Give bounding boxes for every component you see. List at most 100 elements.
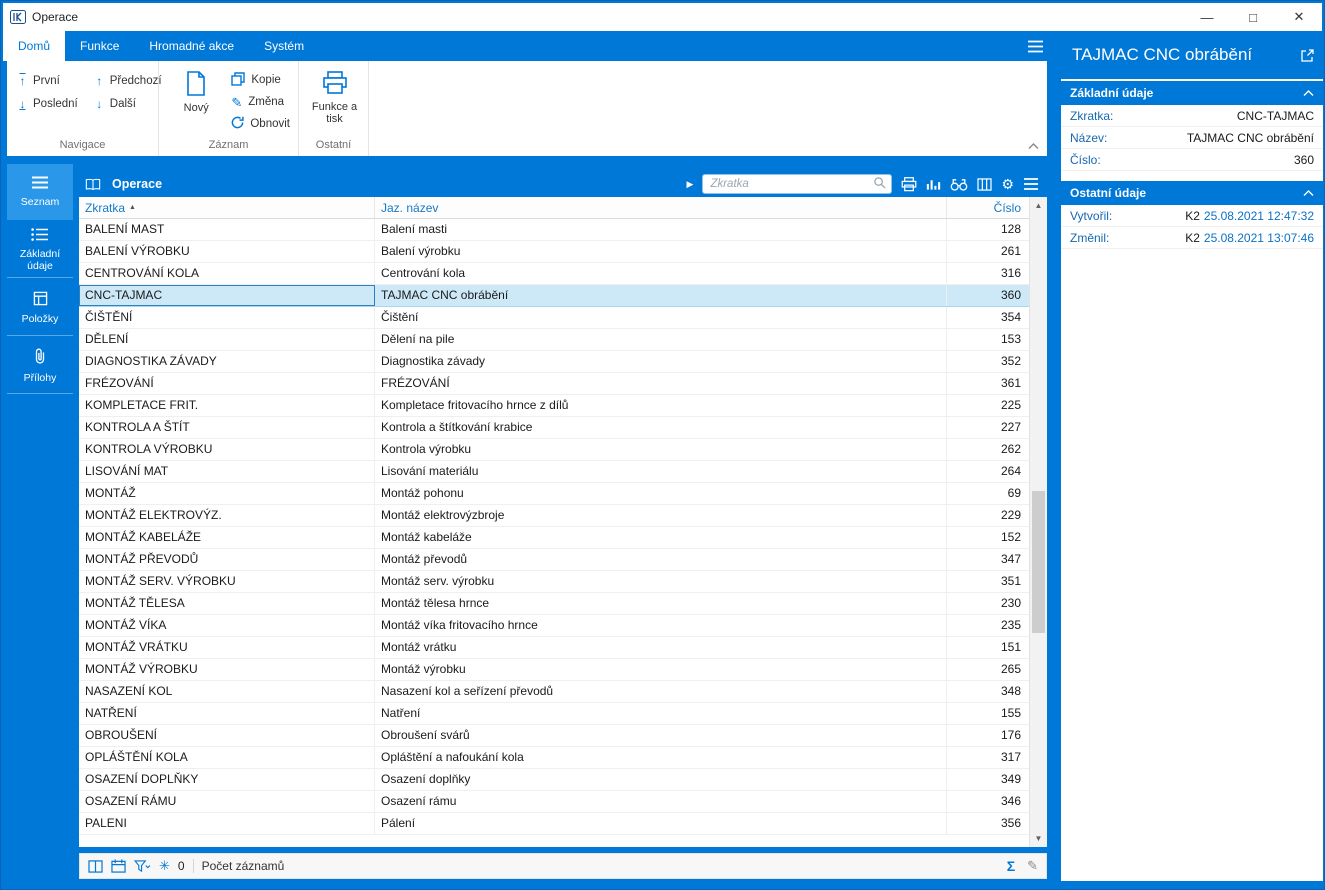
snowflake-icon[interactable]: ✳: [159, 858, 170, 874]
cell-cislo[interactable]: 352: [947, 351, 1029, 372]
cell-zkratka[interactable]: ČIŠTĚNÍ: [79, 307, 375, 328]
sidebar-item-prilohy[interactable]: Přílohy: [7, 338, 73, 394]
refresh-button[interactable]: Obnovit: [231, 113, 290, 135]
cell-zkratka[interactable]: NASAZENÍ KOL: [79, 681, 375, 702]
cell-cislo[interactable]: 152: [947, 527, 1029, 548]
cell-zkratka[interactable]: DIAGNOSTIKA ZÁVADY: [79, 351, 375, 372]
filter-icon[interactable]: [134, 860, 151, 873]
cell-cislo[interactable]: 317: [947, 747, 1029, 768]
cell-cislo[interactable]: 351: [947, 571, 1029, 592]
cell-cislo[interactable]: 356: [947, 813, 1029, 834]
cell-nazev[interactable]: FRÉZOVÁNÍ: [375, 373, 947, 394]
cell-nazev[interactable]: Montáž elektrovýzbroje: [375, 505, 947, 526]
cell-zkratka[interactable]: MONTÁŽ VRÁTKU: [79, 637, 375, 658]
cell-cislo[interactable]: 151: [947, 637, 1029, 658]
cell-cislo[interactable]: 262: [947, 439, 1029, 460]
browser-menu-icon[interactable]: [1023, 178, 1039, 190]
table-row[interactable]: MONTÁŽ VRÁTKUMontáž vrátku151: [79, 637, 1029, 659]
column-header-zkratka[interactable]: Zkratka ▲: [79, 197, 375, 218]
cell-zkratka[interactable]: PALENI: [79, 813, 375, 834]
table-row[interactable]: OSAZENÍ DOPLŇKYOsazení doplňky349: [79, 769, 1029, 791]
scrollbar-thumb[interactable]: [1032, 491, 1045, 633]
vertical-scrollbar[interactable]: ▲ ▼: [1029, 197, 1047, 847]
cell-zkratka[interactable]: KONTROLA A ŠTÍT: [79, 417, 375, 438]
cell-nazev[interactable]: Montáž tělesa hrnce: [375, 593, 947, 614]
cell-cislo[interactable]: 354: [947, 307, 1029, 328]
cell-cislo[interactable]: 229: [947, 505, 1029, 526]
table-row[interactable]: KOMPLETACE FRIT.Kompletace fritovacího h…: [79, 395, 1029, 417]
cell-cislo[interactable]: 235: [947, 615, 1029, 636]
cell-zkratka[interactable]: NATŘENÍ: [79, 703, 375, 724]
cell-nazev[interactable]: Montáž převodů: [375, 549, 947, 570]
scrollbar-track[interactable]: [1030, 214, 1047, 830]
table-row[interactable]: MONTÁŽ PŘEVODŮMontáž převodů347: [79, 549, 1029, 571]
cell-zkratka[interactable]: KONTROLA VÝROBKU: [79, 439, 375, 460]
cell-nazev[interactable]: Pálení: [375, 813, 947, 834]
cell-zkratka[interactable]: CENTROVÁNÍ KOLA: [79, 263, 375, 284]
cell-nazev[interactable]: Centrování kola: [375, 263, 947, 284]
table-row[interactable]: MONTÁŽ ELEKTROVÝZ.Montáž elektrovýzbroje…: [79, 505, 1029, 527]
cell-nazev[interactable]: Kontrola výrobku: [375, 439, 947, 460]
print-icon[interactable]: [901, 177, 917, 192]
cell-nazev[interactable]: Montáž víka fritovacího hrnce: [375, 615, 947, 636]
column-header-nazev[interactable]: Jaz. název: [375, 197, 947, 218]
cell-cislo[interactable]: 128: [947, 219, 1029, 240]
table-row[interactable]: FRÉZOVÁNÍFRÉZOVÁNÍ361: [79, 373, 1029, 395]
cell-nazev[interactable]: Kompletace fritovacího hrnce z dílů: [375, 395, 947, 416]
table-row[interactable]: CNC-TAJMACTAJMAC CNC obrábění360: [79, 285, 1029, 307]
cell-zkratka[interactable]: MONTÁŽ PŘEVODŮ: [79, 549, 375, 570]
cell-nazev[interactable]: Lisování materiálu: [375, 461, 947, 482]
scroll-down-icon[interactable]: ▼: [1030, 830, 1047, 847]
table-row[interactable]: MONTÁŽ SERV. VÝROBKUMontáž serv. výrobku…: [79, 571, 1029, 593]
cell-nazev[interactable]: Osazení doplňky: [375, 769, 947, 790]
cell-zkratka[interactable]: OSAZENÍ DOPLŇKY: [79, 769, 375, 790]
table-row[interactable]: MONTÁŽ VÍKAMontáž víka fritovacího hrnce…: [79, 615, 1029, 637]
view-columns-icon[interactable]: [88, 860, 103, 873]
columns-icon[interactable]: [977, 178, 992, 191]
copy-button[interactable]: Kopie: [231, 69, 290, 91]
cell-zkratka[interactable]: MONTÁŽ ELEKTROVÝZ.: [79, 505, 375, 526]
ribbon-collapse-icon[interactable]: [1028, 139, 1039, 153]
close-button[interactable]: ✕: [1276, 3, 1322, 31]
cell-nazev[interactable]: Čištění: [375, 307, 947, 328]
table-row[interactable]: MONTÁŽ KABELÁŽEMontáž kabeláže152: [79, 527, 1029, 549]
cell-cislo[interactable]: 361: [947, 373, 1029, 394]
last-record-button[interactable]: ↓Poslední: [17, 92, 78, 115]
cell-zkratka[interactable]: CNC-TAJMAC: [79, 285, 375, 306]
first-record-button[interactable]: ↑První: [17, 69, 78, 92]
cell-cislo[interactable]: 346: [947, 791, 1029, 812]
table-row[interactable]: BALENÍ MASTBalení masti128: [79, 219, 1029, 241]
cell-cislo[interactable]: 227: [947, 417, 1029, 438]
cell-nazev[interactable]: Kontrola a štítkování krabice: [375, 417, 947, 438]
cell-nazev[interactable]: Diagnostika závady: [375, 351, 947, 372]
tab-hromadne-akce[interactable]: Hromadné akce: [134, 31, 249, 61]
tab-funkce[interactable]: Funkce: [65, 31, 134, 61]
table-row[interactable]: KONTROLA A ŠTÍTKontrola a štítkování kra…: [79, 417, 1029, 439]
open-in-window-icon[interactable]: [1300, 48, 1315, 63]
table-row[interactable]: OBROUŠENÍObroušení svárů176: [79, 725, 1029, 747]
tab-domu[interactable]: Domů: [3, 31, 65, 61]
table-row[interactable]: DĚLENÍDělení na pile153: [79, 329, 1029, 351]
cell-cislo[interactable]: 264: [947, 461, 1029, 482]
cell-zkratka[interactable]: MONTÁŽ KABELÁŽE: [79, 527, 375, 548]
functions-print-button[interactable]: Funkce a tisk: [309, 69, 360, 137]
cell-nazev[interactable]: Opláštění a nafoukání kola: [375, 747, 947, 768]
cell-zkratka[interactable]: OSAZENÍ RÁMU: [79, 791, 375, 812]
cell-zkratka[interactable]: MONTÁŽ: [79, 483, 375, 504]
cell-cislo[interactable]: 349: [947, 769, 1029, 790]
edit-button[interactable]: ✎ Změna: [231, 91, 290, 113]
cell-zkratka[interactable]: MONTÁŽ SERV. VÝROBKU: [79, 571, 375, 592]
cell-zkratka[interactable]: OPLÁŠTĚNÍ KOLA: [79, 747, 375, 768]
binoculars-icon[interactable]: [950, 178, 968, 191]
table-row[interactable]: LISOVÁNÍ MATLisování materiálu264: [79, 461, 1029, 483]
ribbon-menu-icon[interactable]: [1027, 40, 1044, 53]
cell-cislo[interactable]: 261: [947, 241, 1029, 262]
cell-nazev[interactable]: Montáž vrátku: [375, 637, 947, 658]
cell-cislo[interactable]: 176: [947, 725, 1029, 746]
sidebar-item-seznam[interactable]: Seznam: [7, 164, 73, 220]
table-row[interactable]: CENTROVÁNÍ KOLACentrování kola316: [79, 263, 1029, 285]
cell-zkratka[interactable]: MONTÁŽ VÍKA: [79, 615, 375, 636]
cell-cislo[interactable]: 69: [947, 483, 1029, 504]
table-row[interactable]: KONTROLA VÝROBKUKontrola výrobku262: [79, 439, 1029, 461]
cell-zkratka[interactable]: MONTÁŽ TĚLESA: [79, 593, 375, 614]
